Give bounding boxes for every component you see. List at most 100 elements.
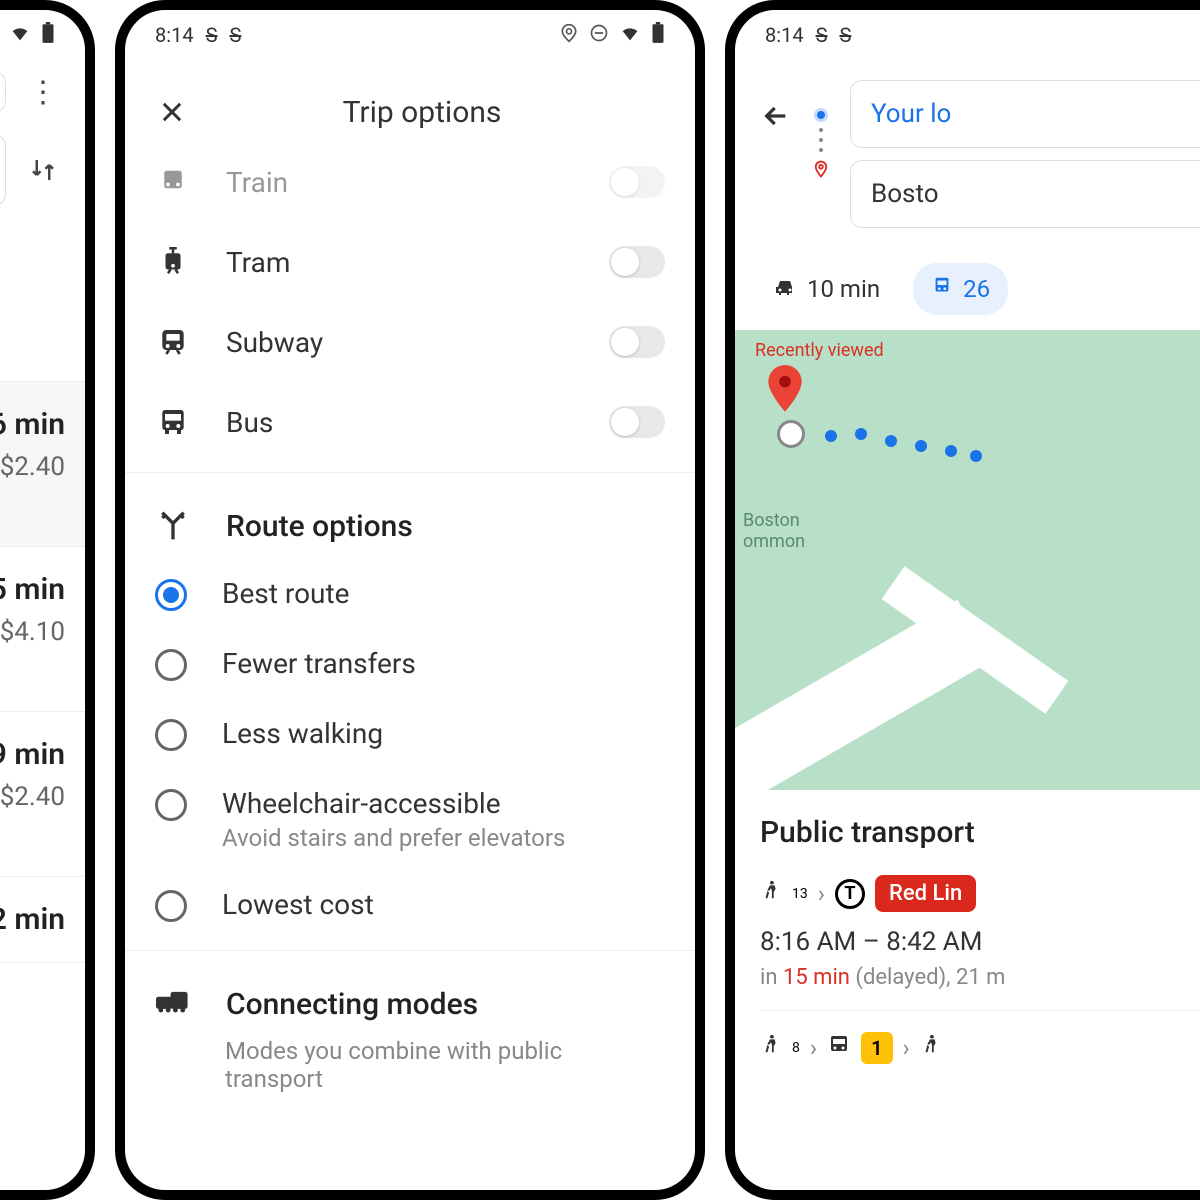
more-icon[interactable]: ⋮ <box>21 70 65 114</box>
location-icon <box>559 23 579 48</box>
trip-header: Trip options <box>125 60 695 164</box>
radio-less-walking[interactable]: Less walking <box>125 699 695 769</box>
radio-selected[interactable] <box>155 579 187 611</box>
radio-unselected[interactable] <box>155 719 187 751</box>
radio-unselected[interactable] <box>155 789 187 821</box>
walk-duration: 13 <box>792 886 808 902</box>
subway-toggle[interactable] <box>609 326 665 358</box>
route-price: $4.10 <box>0 617 65 647</box>
mode-row: 5 min 10 min <box>0 216 85 281</box>
mode-label: Bus <box>226 406 574 439</box>
walk-icon <box>760 877 782 910</box>
map-poi-label: Bostonommon <box>743 510 805 552</box>
chevron-right-icon: › <box>818 880 825 908</box>
connecting-icon <box>155 986 191 1022</box>
origin-pill[interactable] <box>0 71 6 113</box>
connecting-modes-header: Connecting modes <box>125 961 695 1037</box>
current-location-icon <box>777 420 805 448</box>
radio-lowest-cost[interactable]: Lowest cost <box>125 870 695 940</box>
radio-label: Wheelchair-accessible <box>222 787 565 820</box>
tram-icon <box>155 244 191 280</box>
mode-bus-row: Bus <box>125 382 695 462</box>
radio-label: Less walking <box>222 717 383 750</box>
route-item[interactable]: 29 min $2.40 m Hynes Convention <box>0 712 85 877</box>
tram-toggle[interactable] <box>609 246 665 278</box>
swap-icon[interactable] <box>21 148 65 192</box>
route-duration: 25 min <box>0 572 65 607</box>
filter-row: Filter by ▾ Conn <box>0 281 85 382</box>
origin-input[interactable]: Your lo <box>850 80 1200 148</box>
radio-best-route[interactable]: Best route <box>125 559 695 629</box>
nav-header: Your lo Bosto <box>735 60 1200 248</box>
section-title: Connecting modes <box>226 987 478 1022</box>
route-options-header: Route options <box>125 483 695 559</box>
radio-unselected[interactable] <box>155 890 187 922</box>
status-time: 8:14 <box>765 23 804 47</box>
route-info: m Hynes Convention <box>0 826 65 851</box>
status-bar: 8:14 S S <box>125 10 695 60</box>
status-indicator: S <box>816 23 828 47</box>
route-summary[interactable]: 13 › T Red Lin <box>760 875 1200 912</box>
wifi-icon <box>9 22 31 49</box>
bus-toggle[interactable] <box>609 406 665 438</box>
radio-unselected[interactable] <box>155 649 187 681</box>
dest-input[interactable]: Bosto <box>850 160 1200 228</box>
transit-mode-chip[interactable]: 26 <box>913 263 1008 315</box>
car-icon <box>773 275 797 303</box>
subway-icon <box>155 324 191 360</box>
status-indicator: S <box>206 23 218 47</box>
map-marker-icon <box>765 365 805 415</box>
dnd-icon <box>589 23 609 48</box>
recently-viewed-label: Recently viewed <box>755 340 884 361</box>
phone-center: 8:14 S S Trip options <box>115 0 705 1200</box>
map[interactable]: Recently viewed Bostonommon <box>735 330 1200 790</box>
public-transport-section: Public transport 13 › T Red Lin 8:16 AM … <box>735 790 1200 1104</box>
mode-label: Tram <box>226 246 574 279</box>
radio-label: Fewer transfers <box>222 647 416 680</box>
train-toggle[interactable] <box>609 166 665 198</box>
route-item[interactable]: 32 min <box>0 877 85 963</box>
transit-icon <box>931 275 953 303</box>
divider <box>760 1010 1200 1011</box>
route-duration: 26 min <box>0 407 65 442</box>
walk-icon <box>920 1031 942 1064</box>
delay-text: 15 min <box>783 965 850 990</box>
bus-icon <box>155 404 191 440</box>
page-title: Trip options <box>224 95 620 130</box>
chevron-right-icon: › <box>903 1034 910 1062</box>
section-subtitle: Modes you combine with public transport <box>125 1037 695 1113</box>
radio-fewer-transfers[interactable]: Fewer transfers <box>125 629 695 699</box>
route-summary[interactable]: 8 › 1 › <box>760 1031 1200 1064</box>
chevron-right-icon: › <box>810 1034 817 1062</box>
radio-sublabel: Avoid stairs and prefer elevators <box>222 824 565 852</box>
route-item[interactable]: /D 25 min $4.10 Massachusetts Ave <box>0 547 85 712</box>
mode-label: Train <box>226 166 574 199</box>
back-icon[interactable] <box>760 100 792 140</box>
wifi-icon <box>619 22 641 49</box>
route-info: from Kendall/MIT <box>0 496 65 521</box>
mode-label: Subway <box>226 326 574 359</box>
status-bar: 8:14 S S <box>735 10 1200 60</box>
origin-row: ⋮ <box>0 60 85 124</box>
phone-left: ⋮ rog Pond 5 min 10 min Filter by ▾ Conn… <box>0 0 95 1200</box>
origin-dot-icon <box>814 108 828 122</box>
car-time: 10 min <box>807 275 880 303</box>
route-price: $2.40 <box>0 452 65 482</box>
radio-wheelchair[interactable]: Wheelchair-accessible Avoid stairs and p… <box>125 769 695 870</box>
status-bar <box>0 10 85 60</box>
car-mode-chip[interactable]: 10 min <box>755 263 898 315</box>
dest-pill[interactable]: rog Pond <box>0 134 6 206</box>
radio-label: Lowest cost <box>222 888 374 921</box>
bus-icon <box>827 1033 851 1063</box>
bus-number-badge: 1 <box>861 1032 892 1064</box>
travel-modes: 10 min 26 <box>735 248 1200 330</box>
red-line-badge: Red Lin <box>875 875 976 912</box>
route-status: in 15 min (delayed), 21 m <box>760 965 1200 990</box>
train-icon <box>155 164 191 200</box>
walk-icon <box>760 1031 782 1064</box>
route-item[interactable]: 26 min $2.40 from Kendall/MIT <box>0 382 85 547</box>
section-title: Route options <box>226 509 413 544</box>
close-icon[interactable] <box>150 90 194 134</box>
status-indicator: S <box>839 23 851 47</box>
battery-icon <box>41 22 55 49</box>
